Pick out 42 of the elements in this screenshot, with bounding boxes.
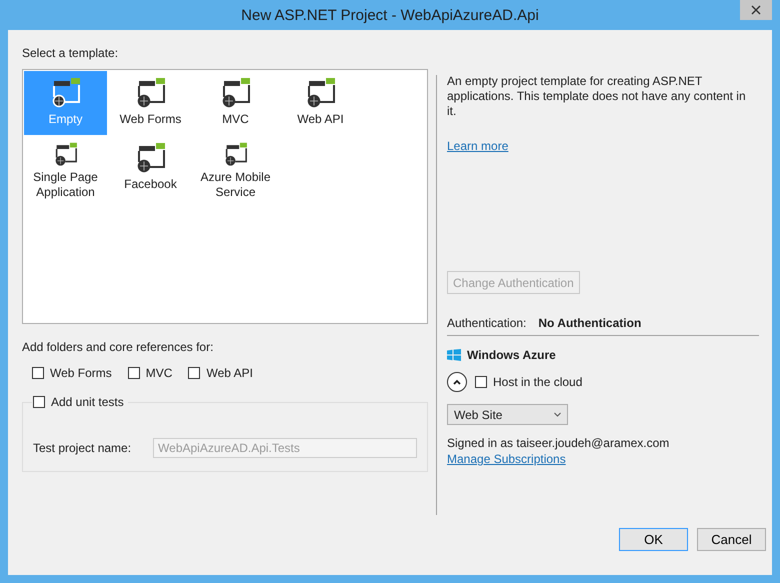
template-item[interactable]: MVC [194, 71, 277, 135]
template-item[interactable]: Azure Mobile Service [194, 136, 277, 200]
windows-logo-icon [447, 349, 461, 361]
manage-subscriptions-link[interactable]: Manage Subscriptions [447, 452, 566, 466]
web-project-icon [137, 78, 164, 108]
checkbox-label: Web Forms [50, 366, 112, 380]
web-project-icon [307, 78, 334, 108]
checkbox[interactable] [32, 367, 44, 379]
section-label: Add folders and core references for: [22, 340, 214, 354]
template-item[interactable]: Facebook [109, 136, 192, 200]
template-item[interactable]: Web API [279, 71, 362, 135]
web-project-icon [55, 142, 76, 166]
checkbox[interactable] [475, 376, 487, 388]
checkbox[interactable] [188, 367, 200, 379]
collapse-button[interactable] [447, 372, 467, 392]
checkbox-label: Web API [206, 366, 253, 380]
caret-icon [554, 412, 561, 417]
hosting-dropdown[interactable]: Web Site [447, 404, 568, 425]
authentication-label: Authentication: [447, 316, 526, 330]
checkbox-label: Add unit tests [51, 395, 124, 409]
template-description: An empty project template for creating ASP.NET applications. This template does not have any content in it. [447, 74, 747, 119]
checkbox-label: MVC [146, 366, 172, 380]
signed-in-text: Signed in as taiseer.joudeh@aramex.com [447, 435, 670, 451]
web-project-icon [225, 142, 246, 166]
dialog-button[interactable]: OK [619, 528, 688, 551]
dialog-button[interactable]: Cancel [697, 528, 766, 551]
web-project-icon [137, 143, 164, 172]
close-icon [751, 5, 761, 15]
chevron-icon [453, 379, 461, 385]
learn-more-link[interactable]: Learn more [447, 139, 508, 153]
checkbox-label: Host in the cloud [493, 375, 582, 389]
template-item[interactable]: Web Forms [109, 71, 192, 135]
section-label: Select a template: [22, 46, 120, 60]
field-label: Test project name: [33, 441, 132, 455]
web-project-icon [52, 78, 80, 108]
section-title: Windows Azure [467, 348, 556, 362]
checkbox[interactable] [128, 367, 140, 379]
close-button[interactable] [740, 0, 772, 20]
authentication-value: No Authentication [538, 316, 642, 330]
template-item[interactable]: Single Page Application [24, 136, 107, 200]
web-project-icon [222, 78, 250, 108]
window-title: New ASP.NET Project - WebApiAzureAD.Api [241, 6, 539, 24]
